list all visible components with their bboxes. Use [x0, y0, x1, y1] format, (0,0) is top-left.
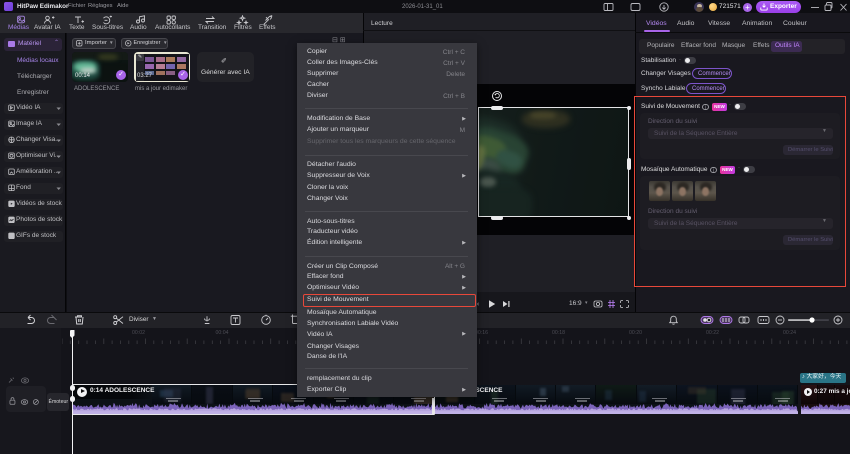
- svg-text:G: G: [9, 234, 12, 239]
